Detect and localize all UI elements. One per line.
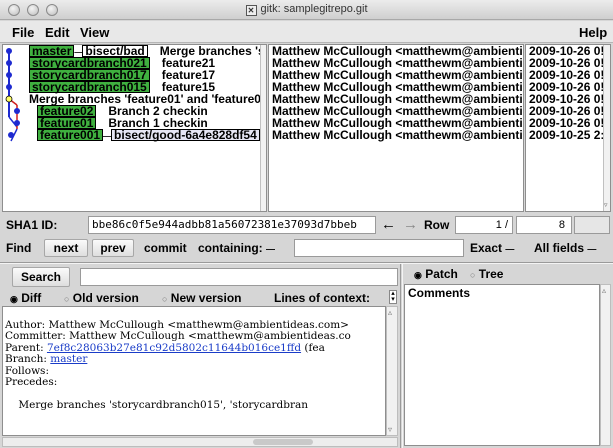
branch-tag[interactable]: feature001 [37,129,104,141]
find-query-input[interactable] [294,239,464,257]
parent-sha-link[interactable]: 7ef8c28063b27e81c92d5802c11644b016ce1ffd [47,342,301,354]
commit-message: Merge branches 'storycardbranch015', 'st… [5,399,309,411]
graph-node[interactable] [6,48,12,54]
scroll-down-arrow-icon[interactable]: ▿ [388,425,392,434]
parent-rest: (fea [301,341,325,354]
chevron-down-icon: — [505,244,515,254]
window-title-container: ✕ gitk: samplegitrepo.git [0,3,613,16]
ref-tag[interactable]: bisect/good-6a4e828df54 [111,129,260,141]
old-version-label: Old version [72,291,139,305]
commit-date-pane[interactable]: 2009-10-26 0! 2009-10-26 0! 2009-10-26 0! 2… [525,44,611,212]
find-fields-label: All fields [534,241,585,255]
search-input[interactable] [80,268,398,286]
commit-row[interactable]: feature001— bisect/good-6a4e828df54 [37,129,266,141]
tree-label: Tree [478,267,504,281]
find-exact-label: Exact [470,241,503,255]
new-version-label: New version [170,291,242,305]
branch-label: Branch: [5,353,51,365]
find-fields-dropdown[interactable]: All fields — [534,241,596,255]
details-hscrollbar[interactable] [2,437,398,447]
scroll-up-arrow-icon[interactable]: ▵ [602,286,606,295]
radio-selected-icon: ◉ [414,270,422,280]
scroll-down-arrow-icon[interactable]: ▿ [604,201,610,209]
file-list-pane[interactable]: Comments [404,284,600,446]
menu-edit[interactable]: Edit [45,25,70,40]
chevron-down-icon: — [587,244,597,254]
diff-radio[interactable]: ◉ Diff [10,291,41,305]
commit-details-pane[interactable]: Author: Matthew McCullough <matthewm@amb… [2,306,386,436]
diff-radio-label: Diff [21,291,42,305]
row-number-field[interactable]: 1 / [455,216,513,234]
row-label: Row [424,218,450,232]
branch-link[interactable]: master [50,353,87,365]
find-label: Find [6,241,32,255]
file-view-options: ◉ Patch ○ Tree [404,266,613,284]
tk-app-icon: ✕ [245,5,257,16]
graph-node[interactable] [14,108,20,114]
title-bar: ✕ gitk: samplegitrepo.git [0,0,613,20]
menu-bar: File Edit View Help [0,21,613,43]
commit-date[interactable]: 2009-10-25 2: [529,129,604,141]
find-type-commit[interactable]: commit [144,241,187,255]
find-next-button[interactable]: next [44,239,88,257]
find-bar: Find next prev commit containing: — Exac… [0,238,613,260]
patch-radio[interactable]: ◉ Patch [414,267,458,281]
branch-line: Branch: master [5,353,385,366]
chevron-down-icon: — [266,244,276,254]
radio-selected-icon: ◉ [10,294,18,304]
graph-node[interactable] [6,60,12,66]
search-button[interactable]: Search [12,267,70,287]
new-version-radio[interactable]: ○ New version [162,291,241,305]
vertical-pane-separator[interactable] [400,264,403,448]
graph-node[interactable] [14,120,20,126]
forward-arrow-button[interactable]: → [403,216,418,233]
graph-node-selected[interactable] [5,95,13,103]
sha1-id-field[interactable]: bbe86c0f5e944adbb81a56072381e37093d7bbeb [88,216,376,234]
commit-graph-pane[interactable]: master — bisect/bad Merge branches 'st story… [2,44,267,212]
menu-help[interactable]: Help [579,25,607,40]
context-stepper[interactable]: ▴ ▾ [389,290,397,304]
scroll-up-arrow-icon[interactable]: ▵ [388,308,392,317]
radio-empty-icon: ○ [470,270,476,280]
graph-scrollbar[interactable] [260,45,266,211]
file-list-scrollbar[interactable]: ▵ [600,284,611,446]
diff-options-bar: ◉ Diff ○ Old version ○ New version Lines… [0,290,400,306]
row-total-field: 8 [516,216,572,234]
sha1-bar: SHA1 ID: bbe86c0f5e944adbb81a56072381e37… [0,214,613,238]
precedes-line: Precedes: [5,376,58,388]
find-exact-dropdown[interactable]: Exact — [470,241,514,255]
old-version-radio[interactable]: ○ Old version [64,291,139,305]
commit-author[interactable]: Matthew McCullough <matthewm@ambientid [272,129,523,141]
back-arrow-button[interactable]: ← [381,216,396,233]
graph-node[interactable] [6,84,12,90]
find-prev-button[interactable]: prev [92,239,134,257]
radio-empty-icon: ○ [162,294,168,304]
tree-radio[interactable]: ○ Tree [470,267,503,281]
comments-item[interactable]: Comments [408,286,470,300]
lines-of-context-label: Lines of context: [274,291,371,305]
find-mode-dropdown[interactable]: containing: — [198,241,275,255]
find-mode-label: containing: [198,241,263,255]
follows-line: Follows: [5,364,49,377]
commit-list-scrollbar[interactable]: ▿ [603,45,610,211]
patch-label: Patch [425,267,458,281]
sha1-label: SHA1 ID: [6,218,58,232]
menu-view[interactable]: View [80,25,109,40]
hscroll-thumb[interactable] [253,439,313,445]
window-title: gitk: samplegitrepo.git [260,3,368,15]
parent-label: Parent: [5,341,47,354]
menu-file[interactable]: File [12,25,34,40]
graph-node[interactable] [8,132,14,138]
graph-node[interactable] [6,72,12,78]
commit-author-pane[interactable]: Matthew McCullough <matthewm@ambientid Ma… [268,44,524,212]
details-scrollbar[interactable]: ▵ ▿ [386,306,398,436]
radio-empty-icon: ○ [64,294,70,304]
tag-connector: — [103,132,112,141]
pane-separator[interactable] [0,262,613,264]
row-progress-field [574,216,610,234]
